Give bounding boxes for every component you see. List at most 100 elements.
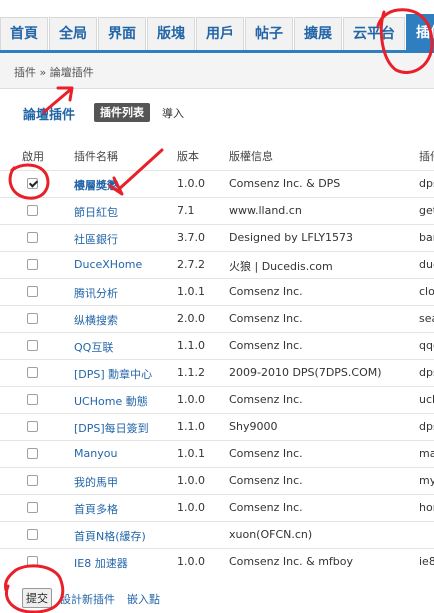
nav-tab[interactable]: 全局 [49,17,97,50]
plugin-name-link[interactable]: 社區銀行 [74,231,118,247]
plugin-copyright: 火狼 | Ducedis.com [229,260,333,273]
plugin-id: qqc [419,339,434,352]
plugin-name-link[interactable]: 首頁多格 [74,501,118,517]
plugin-id: get [419,204,434,217]
plugin-name-link[interactable]: IE8 加速器 [74,555,128,571]
plugin-name-link[interactable]: 首頁N格(緩存) [74,528,146,544]
nav-tab[interactable]: 版塊 [147,17,195,50]
table-row: 樓層獎懲 1.0.0 Comsenz Inc. & DPS dps [0,170,434,197]
enable-checkbox[interactable] [27,448,38,459]
nav-tab[interactable]: 用戶 [196,17,244,50]
table-row: [DPS] 勳章中心 1.1.2 2009-2010 DPS(7DPS.COM) dp… [0,359,434,386]
plugin-version: 1.1.0 [177,339,205,352]
plugin-name-link[interactable]: [DPS]每日簽到 [74,420,149,436]
enable-checkbox[interactable] [27,421,38,432]
nav-tab[interactable]: 插件 [406,14,434,50]
table-row: QQ互联 1.1.0 Comsenz Inc. qqc [0,332,434,359]
plugin-id: my [419,474,434,487]
table-row: 首頁多格 1.0.0 Comsenz Inc. hor [0,494,434,521]
nav-tab[interactable]: 擴展 [294,17,342,50]
enable-checkbox[interactable] [27,232,38,243]
design-new-plugin-link[interactable]: 設計新插件 [60,591,115,607]
nav-tabs: 首頁全局界面版塊用戶帖子擴展云平台插件 [0,14,434,52]
plugin-id: ma [419,447,434,460]
plugin-id: dps [419,366,434,379]
plugin-version: 1.1.0 [177,420,205,433]
enable-checkbox[interactable] [27,205,38,216]
header-name: 插件名稱 [74,150,118,163]
plugin-id: duc [419,258,434,271]
plugin-id: dps [419,420,434,433]
plugin-version: 1.0.0 [177,501,205,514]
plugin-copyright: Shy9000 [229,420,278,433]
import-link[interactable]: 導入 [162,105,184,121]
enable-checkbox[interactable] [27,259,38,270]
plugin-copyright: Designed by LFLY1573 [229,231,354,244]
header-plugin-id: 插件 [419,150,434,163]
plugin-copyright: Comsenz Inc. [229,474,303,487]
plugin-version: 1.0.0 [177,177,205,190]
plugin-id: clo [419,285,434,298]
plugin-id: hor [419,501,434,514]
table-row: IE8 加速器 1.0.0 Comsenz Inc. & mfboy ie8 [0,548,434,575]
enable-checkbox[interactable] [27,394,38,405]
plugin-version: 1.0.0 [177,474,205,487]
enable-checkbox[interactable] [27,475,38,486]
enable-checkbox[interactable] [27,286,38,297]
nav-tab[interactable]: 界面 [98,17,146,50]
enable-checkbox[interactable] [27,313,38,324]
nav-tab[interactable]: 帖子 [245,17,293,50]
plugin-copyright: Comsenz Inc. [229,312,303,325]
plugin-id: dps [419,177,434,190]
plugin-copyright: Comsenz Inc. [229,285,303,298]
plugin-version: 2.0.0 [177,312,205,325]
table-header: 啟用 插件名稱 版本 版權信息 插件 [0,142,434,170]
plugin-id: uch [419,393,434,406]
nav-tab[interactable]: 云平台 [343,17,405,50]
plugin-name-link[interactable]: QQ互联 [74,339,113,355]
plugin-name-link[interactable]: [DPS] 勳章中心 [74,366,152,382]
plugin-list-tab[interactable]: 插件列表 [94,103,150,122]
plugin-name-link[interactable]: UCHome 動態 [74,393,148,409]
plugin-version: 1.0.1 [177,285,205,298]
plugin-name-link[interactable]: 我的馬甲 [74,474,118,490]
enable-checkbox[interactable] [27,367,38,378]
table-row: [DPS]每日簽到 1.1.0 Shy9000 dps [0,413,434,440]
enable-checkbox[interactable] [27,340,38,351]
plugin-version: 1.0.0 [177,555,205,568]
plugin-name-link[interactable]: 腾讯分析 [74,285,118,301]
plugin-copyright: Comsenz Inc. [229,501,303,514]
plugin-name-link[interactable]: DuceXHome [74,258,142,271]
plugin-version: 3.7.0 [177,231,205,244]
embed-point-link[interactable]: 嵌入點 [127,591,160,607]
table-row: 纵横搜索 2.0.0 Comsenz Inc. sea [0,305,434,332]
page-title[interactable]: 論壇插件 [23,104,75,123]
enable-checkbox[interactable] [27,529,38,540]
plugin-id: sea [419,312,434,325]
nav-tab[interactable]: 首頁 [0,17,48,50]
enable-checkbox[interactable] [27,502,38,513]
plugin-version: 2.7.2 [177,258,205,271]
plugin-copyright: www.lland.cn [229,204,302,217]
submit-button[interactable]: 提交 [22,588,52,608]
plugin-name-link[interactable]: Manyou [74,447,117,460]
plugin-copyright: xuon(OFCN.cn) [229,528,313,541]
enable-checkbox[interactable] [27,556,38,567]
enable-checkbox[interactable] [27,178,38,189]
table-row: 我的馬甲 1.0.0 Comsenz Inc. my [0,467,434,494]
breadcrumb-bar: 插件 » 論壇插件 [0,53,434,89]
plugin-name-link[interactable]: 纵横搜索 [74,312,118,328]
plugin-version: 1.0.1 [177,447,205,460]
table-row: 首頁N格(緩存) xuon(OFCN.cn) [0,521,434,548]
plugin-copyright: 2009-2010 DPS(7DPS.COM) [229,366,382,379]
table-row: 社區銀行 3.7.0 Designed by LFLY1573 bar [0,224,434,251]
plugin-copyright: Comsenz Inc. [229,339,303,352]
table-row: 腾讯分析 1.0.1 Comsenz Inc. clo [0,278,434,305]
plugin-copyright: Comsenz Inc. [229,393,303,406]
breadcrumb: 插件 » 論壇插件 [14,66,94,79]
header-enable: 啟用 [22,150,44,163]
plugin-name-link[interactable]: 樓層獎懲 [74,177,118,193]
plugin-copyright: Comsenz Inc. [229,447,303,460]
plugin-name-link[interactable]: 節日紅包 [74,204,118,220]
table-row: 節日紅包 7.1 www.lland.cn get [0,197,434,224]
